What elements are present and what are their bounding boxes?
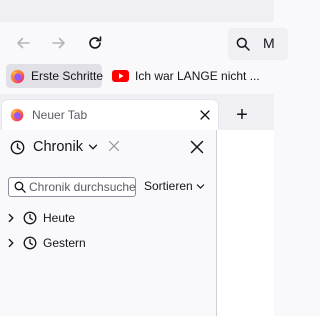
- firefox-icon: [10, 108, 24, 122]
- forward-arrow-icon: [52, 37, 65, 49]
- search-icon: [14, 181, 26, 193]
- history-search-field[interactable]: [8, 177, 136, 197]
- history-group-today[interactable]: Heute: [6, 208, 75, 228]
- cursor-icon: [108, 140, 120, 152]
- url-bar-text: M: [263, 35, 275, 51]
- bookmark-erste-schritte[interactable]: Erste Schritte: [6, 64, 104, 88]
- sidebar-header: Chronik: [0, 130, 216, 164]
- chevron-down-icon: [88, 144, 98, 150]
- sidebar-close-button[interactable]: [186, 136, 208, 158]
- sidebar-title: Chronik: [33, 139, 83, 155]
- reload-button[interactable]: [81, 29, 109, 57]
- sort-button[interactable]: Sortieren: [144, 179, 205, 193]
- window-titlebar: [0, 0, 274, 22]
- chevron-right-icon: [8, 238, 14, 248]
- new-tab-button[interactable]: +: [230, 103, 254, 127]
- firefox-icon: [10, 69, 25, 84]
- tab-title: Neuer Tab: [32, 108, 88, 122]
- history-group-label: Gestern: [43, 236, 86, 250]
- reload-icon: [89, 36, 102, 49]
- forward-button[interactable]: [45, 29, 73, 57]
- tab-close-button[interactable]: [198, 108, 212, 122]
- youtube-icon: [112, 70, 129, 82]
- clock-icon: [23, 211, 37, 225]
- close-icon: [200, 110, 210, 120]
- history-sidebar: Chronik Sortieren: [0, 130, 216, 316]
- url-bar[interactable]: M: [228, 28, 288, 60]
- history-search-input[interactable]: [26, 180, 135, 194]
- back-arrow-icon: [17, 37, 30, 49]
- bookmark-label: Ich war LANGE nicht ...: [135, 69, 260, 83]
- clock-icon: [23, 236, 37, 250]
- clock-icon: [10, 140, 25, 154]
- history-group-label: Heute: [43, 211, 76, 225]
- back-button[interactable]: [9, 29, 37, 57]
- plus-icon: +: [236, 104, 248, 126]
- close-icon: [190, 140, 204, 154]
- page-content-area[interactable]: [217, 130, 274, 316]
- sort-label: Sortieren: [144, 179, 193, 193]
- chevron-down-icon: [196, 183, 204, 189]
- bookmarks-toolbar: Erste Schritte Ich war LANGE nicht ...: [0, 62, 274, 90]
- history-group-yesterday[interactable]: Gestern: [6, 233, 86, 253]
- bookmark-youtube-video[interactable]: Ich war LANGE nicht ...: [108, 64, 264, 88]
- tab-new-tab[interactable]: Neuer Tab: [2, 100, 218, 130]
- chevron-right-icon: [8, 213, 14, 223]
- bookmark-label: Erste Schritte: [31, 69, 104, 83]
- sidebar-switcher-button[interactable]: Chronik: [6, 131, 102, 163]
- search-icon: [236, 37, 250, 51]
